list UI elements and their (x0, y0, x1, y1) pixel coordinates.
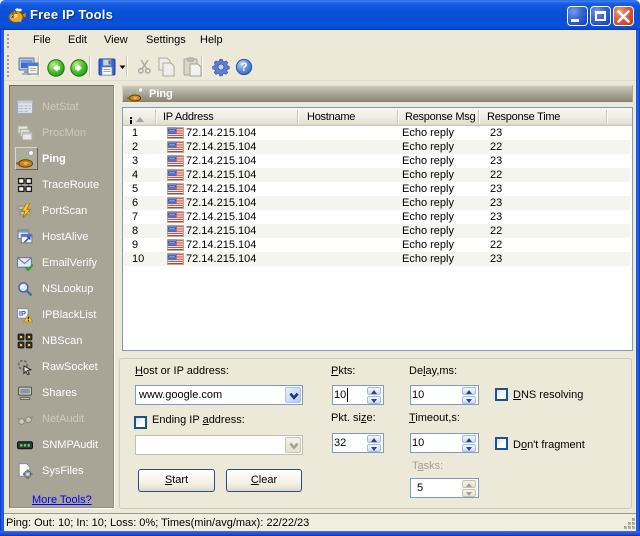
svg-text:IP: IP (19, 309, 26, 318)
svg-text:?: ? (240, 62, 247, 74)
